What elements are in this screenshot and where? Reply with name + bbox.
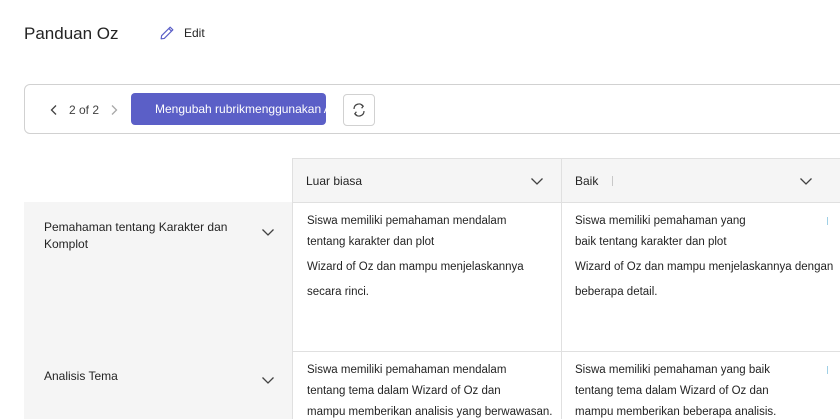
column-header-luar-biasa: Luar biasa [292, 158, 562, 202]
cell-text-line: secara rinci. [307, 286, 369, 298]
previous-button[interactable] [47, 103, 61, 117]
cell-text-line: Siswa memiliki pemahaman yang baik [575, 364, 770, 376]
pager: 2 of 2 [47, 99, 121, 121]
cell-text-line: Wizard of Oz dan mampu menjelaskannya de… [575, 261, 834, 273]
rubric-cell[interactable]: Siswa memiliki pemahaman mendalam tentan… [292, 351, 562, 419]
page-title: Panduan Oz [24, 24, 119, 43]
pager-count: 2 of 2 [69, 103, 100, 117]
cell-text-line: tentang tema dalam Wizard of Oz dan [575, 385, 769, 397]
cell-text-line: tentang tema dalam Wizard of Oz dan [307, 385, 501, 397]
rubric-cell[interactable]: Siswa memiliki pemahaman yang baik tenta… [561, 351, 840, 419]
text-cursor [612, 175, 614, 186]
cell-text-line: Siswa memiliki pemahaman mendalam [307, 364, 507, 376]
cell-text-line: mampu memberikan analisis yang berwawasa… [307, 406, 553, 418]
cell-text-line: beberapa detail. [575, 286, 658, 298]
chevron-down-icon[interactable] [798, 173, 814, 189]
column-header-label: Baik [575, 173, 599, 188]
cell-text-line: baik tentang karakter dan plot [575, 236, 727, 248]
rubric-cell[interactable]: Siswa memiliki pemahaman mendalam tentan… [292, 202, 562, 351]
column-header-label: Luar biasa [306, 173, 363, 188]
text-cursor [827, 217, 828, 225]
row-header-analisis-tema: Analisis Tema [24, 351, 292, 419]
cell-text-line: Siswa memiliki pemahaman yang [575, 215, 746, 227]
ai-rubric-label: Mengubah rubrikmenggunakan AI [155, 102, 326, 116]
chevron-left-icon [50, 105, 57, 115]
row-header-pemahaman-karakter: Pemahaman tentang Karakter dan Komplot [24, 202, 292, 351]
rubric-toolbar: 2 of 2 Mengubah rubrikmenggunakan AI [24, 84, 840, 134]
cell-text-line: Siswa memiliki pemahaman mendalam [307, 215, 507, 227]
cell-text-line: mampu memberikan beberapa analisis. [575, 406, 777, 418]
page-header: Panduan Oz Edit [0, 0, 840, 70]
pencil-icon [160, 26, 174, 40]
rubric-cell[interactable]: Siswa memiliki pemahaman yang baik tenta… [561, 202, 840, 351]
chevron-down-icon[interactable] [529, 173, 545, 189]
column-header-baik: Baik [561, 158, 840, 202]
row-header-label: Pemahaman tentang Karakter dan Komplot [44, 220, 228, 251]
ai-rubric-button[interactable]: Mengubah rubrikmenggunakan AI [131, 93, 326, 125]
cell-text-line: tentang karakter dan plot [307, 236, 435, 248]
chevron-down-icon[interactable] [260, 372, 276, 388]
refresh-icon [353, 103, 365, 117]
text-cursor [827, 366, 828, 374]
chevron-right-icon [111, 105, 118, 115]
next-button[interactable] [107, 103, 121, 117]
refresh-button[interactable] [343, 94, 375, 126]
cell-text-line: Wizard of Oz dan mampu menjelaskannya [307, 261, 524, 273]
edit-button[interactable]: Edit [158, 22, 205, 44]
chevron-down-icon[interactable] [260, 224, 276, 240]
edit-label: Edit [184, 26, 205, 40]
row-header-label: Analisis Tema [44, 369, 118, 383]
